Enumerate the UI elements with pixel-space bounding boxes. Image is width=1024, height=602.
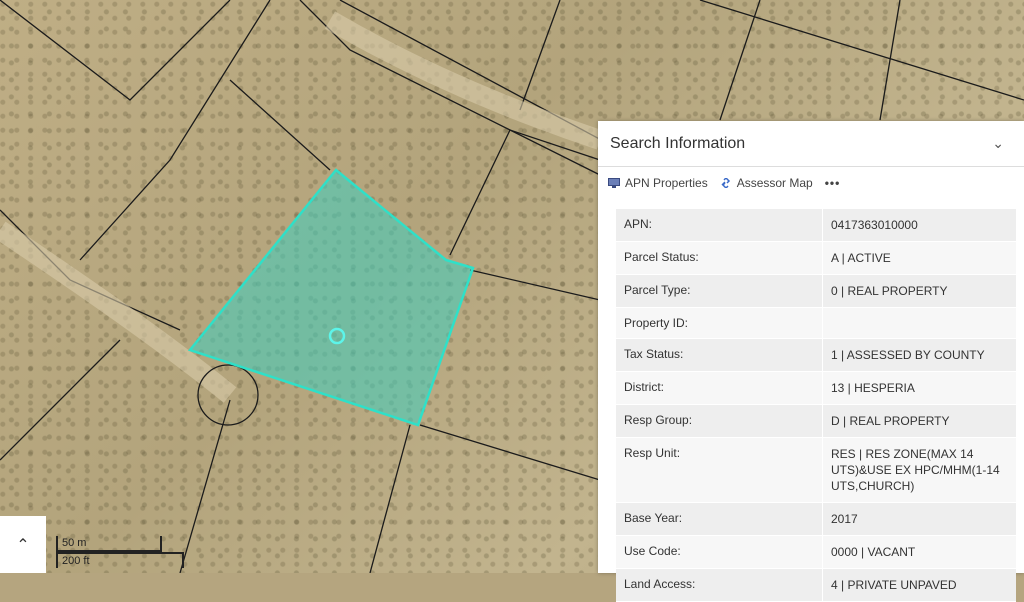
row-key: Parcel Status: <box>616 242 823 274</box>
row-key: Parcel Type: <box>616 275 823 307</box>
row-value: 1 | ASSESSED BY COUNTY <box>831 348 985 362</box>
table-row: Land Access: 4 | PRIVATE UNPAVED <box>616 569 1016 602</box>
table-row: Use Code: 0000 | VACANT <box>616 536 1016 569</box>
search-information-panel: Search Information ⌄ APN Properties Asse… <box>598 121 1024 602</box>
row-key: Base Year: <box>616 503 823 535</box>
row-value: 4 | PRIVATE UNPAVED <box>831 578 957 592</box>
table-row: District: 13 | HESPERIA <box>616 372 1016 405</box>
table-row: Tax Status: 1 | ASSESSED BY COUNTY <box>616 339 1016 372</box>
row-key: Land Access: <box>616 569 823 601</box>
assessor-map-label: Assessor Map <box>736 176 813 190</box>
panel-title: Search Information <box>610 134 746 152</box>
row-value: 0417363010000 <box>831 218 918 232</box>
table-row: Resp Unit: RES | RES ZONE(MAX 14 UTS)&USE… <box>616 438 1016 503</box>
info-table: APN: 0417363010000 Parcel Status: A | ACTI… <box>616 209 1016 602</box>
row-key: Resp Unit: <box>616 438 823 502</box>
row-value: 0000 | VACANT <box>831 545 916 559</box>
panel-header: Search Information ⌄ <box>598 121 1024 167</box>
row-value: 0 | REAL PROPERTY <box>831 284 948 298</box>
row-value: 2017 <box>831 512 858 526</box>
apn-properties-label: APN Properties <box>625 176 708 190</box>
table-row: Resp Group: D | REAL PROPERTY <box>616 405 1016 438</box>
table-row: Parcel Status: A | ACTIVE <box>616 242 1016 275</box>
more-options-icon[interactable]: ••• <box>825 176 841 190</box>
assessor-map-button[interactable]: Assessor Map <box>720 176 813 190</box>
expand-button[interactable]: ⌃ <box>0 516 46 573</box>
scale-feet: 200 ft <box>56 552 184 568</box>
chevron-down-icon[interactable]: ⌄ <box>992 135 1004 152</box>
row-key: District: <box>616 372 823 404</box>
row-key: Use Code: <box>616 536 823 568</box>
link-icon <box>721 178 730 188</box>
row-value: A | ACTIVE <box>831 251 891 265</box>
scale-meters: 50 m <box>56 536 162 552</box>
panel-toolbar: APN Properties Assessor Map ••• <box>598 167 1024 199</box>
row-value <box>823 308 1016 338</box>
table-row: Base Year: 2017 <box>616 503 1016 536</box>
row-key: Property ID: <box>616 308 823 338</box>
row-value: D | REAL PROPERTY <box>831 414 950 428</box>
row-value: RES | RES ZONE(MAX 14 UTS)&USE EX HPC/MH… <box>831 447 1000 493</box>
row-key: Tax Status: <box>616 339 823 371</box>
chevron-up-icon: ⌃ <box>16 536 30 554</box>
table-row: APN: 0417363010000 <box>616 209 1016 242</box>
table-row: Property ID: <box>616 308 1016 339</box>
table-row: Parcel Type: 0 | REAL PROPERTY <box>616 275 1016 308</box>
monitor-icon <box>608 178 620 188</box>
row-value: 13 | HESPERIA <box>831 381 915 395</box>
row-key: Resp Group: <box>616 405 823 437</box>
row-key: APN: <box>616 209 823 241</box>
apn-properties-button[interactable]: APN Properties <box>608 176 708 190</box>
